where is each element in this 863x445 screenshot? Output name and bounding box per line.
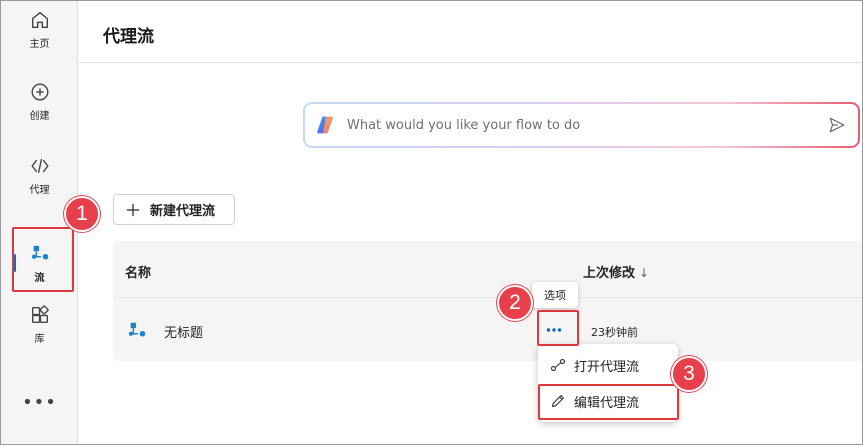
step-badge-2: 2 xyxy=(497,285,533,321)
apps-add-icon xyxy=(31,304,49,323)
sort-down-icon: ↓ xyxy=(639,266,650,280)
nav-item-create[interactable]: 创建 xyxy=(1,73,78,129)
table-header: 名称 上次修改 ↓ xyxy=(113,241,863,297)
menu-item-open-flow[interactable]: 打开代理流 xyxy=(538,350,678,380)
code-icon xyxy=(30,158,49,173)
nav-item-home[interactable]: 主页 xyxy=(1,1,78,57)
new-agent-flow-button[interactable]: 新建代理流 xyxy=(113,194,235,225)
copilot-logo-icon xyxy=(317,116,333,134)
flow-modified-time: 23秒钟前 xyxy=(591,326,638,339)
table-row[interactable]: 无标题 23秒钟前 xyxy=(113,297,863,361)
add-circle-icon xyxy=(31,83,48,100)
copilot-prompt-input[interactable] xyxy=(347,117,807,133)
step-badge-1: 1 xyxy=(64,196,100,232)
step-badge-3: 3 xyxy=(671,356,707,392)
highlight-box-flows xyxy=(12,227,74,292)
nav-item-library[interactable]: 库 xyxy=(1,296,78,352)
highlight-box-more-options xyxy=(537,310,579,346)
flow-icon xyxy=(128,322,146,337)
column-header-modified-label: 上次修改 xyxy=(583,266,636,281)
page-title: 代理流 xyxy=(103,27,154,47)
menu-item-open-flow-label: 打开代理流 xyxy=(574,359,640,375)
header-divider xyxy=(79,62,863,63)
flow-name[interactable]: 无标题 xyxy=(164,322,203,341)
plus-icon xyxy=(126,203,140,216)
nav-label-create: 创建 xyxy=(29,110,50,122)
nav-item-agents[interactable]: 代理 xyxy=(1,147,78,203)
nav-label-home: 主页 xyxy=(29,38,50,50)
highlight-box-edit-flow xyxy=(538,384,679,420)
open-flow-icon xyxy=(550,358,566,372)
column-header-name[interactable]: 名称 xyxy=(125,262,151,281)
column-header-modified[interactable]: 上次修改 ↓ xyxy=(583,262,649,281)
nav-more-button[interactable]: ••• xyxy=(1,393,78,417)
new-agent-flow-label: 新建代理流 xyxy=(150,204,216,219)
options-tooltip: 选项 xyxy=(532,282,578,308)
nav-label-library: 库 xyxy=(34,333,45,345)
copilot-prompt-box xyxy=(303,102,860,148)
nav-label-agents: 代理 xyxy=(29,184,50,196)
send-icon[interactable] xyxy=(828,116,846,134)
home-icon xyxy=(31,11,48,28)
